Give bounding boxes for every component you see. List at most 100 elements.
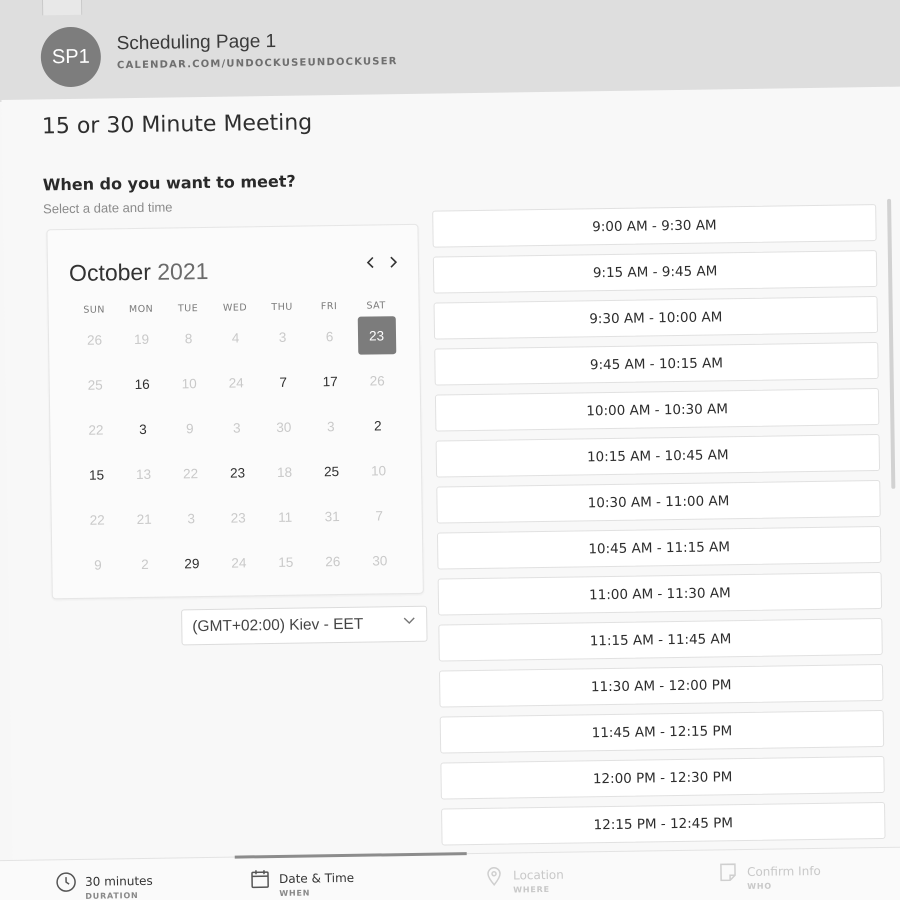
step-text: 30 minutes DURATION (85, 870, 153, 900)
time-slot-button[interactable]: 12:00 PM - 12:30 PM (440, 755, 885, 800)
step-confirm-info[interactable]: Confirm Info WHO (717, 860, 821, 892)
section-heading: When do you want to meet? (42, 171, 296, 195)
calendar-day: 25 (87, 377, 103, 393)
timezone-value: (GMT+02:00) Kiev - EET (192, 615, 364, 636)
time-slot-button[interactable]: 11:15 AM - 11:45 AM (438, 617, 883, 662)
calendar-week-row: 22 3 9 3 30 3 2 (72, 405, 403, 450)
time-slot-button[interactable]: 9:15 AM - 9:45 AM (432, 250, 878, 294)
calendar-week-row: 26 19 8 4 3 6 23 (71, 315, 402, 360)
step-location[interactable]: Location WHERE (483, 864, 564, 895)
step-sublabel: DURATION (85, 891, 139, 900)
step-text: Confirm Info WHO (747, 860, 821, 891)
step-text: Location WHERE (513, 864, 564, 895)
step-label: Date & Time (278, 870, 355, 886)
calendar-day: 9 (185, 420, 194, 436)
step-label: 30 minutes (84, 873, 153, 889)
calendar-day: 24 (228, 374, 244, 391)
calendar-day: 2 (141, 556, 149, 572)
timezone-select[interactable]: (GMT+02:00) Kiev - EET (181, 605, 428, 646)
calendar-day: 22 (88, 422, 104, 438)
calendar-day: 7 (375, 507, 384, 523)
section-hint: Select a date and time (42, 199, 173, 217)
step-sublabel: WHERE (513, 884, 550, 895)
calendar-day: 15 (278, 554, 294, 570)
meeting-title: 15 or 30 Minute Meeting (41, 110, 313, 140)
step-30-minutes[interactable]: 30 minutes DURATION (55, 870, 153, 900)
calendar-icon (249, 868, 271, 890)
time-slot-button[interactable]: 9:45 AM - 10:15 AM (434, 342, 879, 386)
calendar-day-selected[interactable]: 23 (353, 315, 401, 356)
calendar-day: 8 (184, 330, 193, 346)
weekday-label: MON (128, 303, 154, 316)
time-slot-button[interactable]: 9:30 AM - 10:00 AM (433, 296, 879, 340)
time-slot-button[interactable]: 11:45 AM - 12:15 PM (439, 709, 885, 754)
time-slot-button[interactable]: 10:15 AM - 10:45 AM (435, 434, 881, 478)
time-slot-button[interactable]: 10:30 AM - 11:00 AM (436, 479, 881, 524)
weekday-label: SAT (366, 300, 386, 312)
calendar-week-row: 15 13 22 23 18 25 10 (73, 450, 404, 495)
time-slot-button[interactable]: 9:00 AM - 9:30 AM (432, 204, 877, 248)
calendar-day: 4 (231, 329, 240, 346)
time-slot-button[interactable]: 10:00 AM - 10:30 AM (434, 388, 880, 432)
step-date-time[interactable]: Date & Time WHEN (249, 867, 354, 899)
note-icon (717, 861, 739, 883)
step-label: Confirm Info (746, 863, 821, 880)
calendar-day[interactable]: 16 (118, 364, 166, 405)
calendar-month: October (68, 258, 152, 287)
calendar-week-row: 25 16 10 24 7 17 26 (71, 360, 402, 405)
calendar-day: 23 (230, 509, 246, 526)
calendar-day: 3 (187, 510, 196, 526)
weekday-label: TUE (177, 303, 199, 315)
chevron-down-icon (402, 613, 416, 631)
time-slot-button[interactable]: 10:45 AM - 11:15 AM (436, 525, 882, 570)
calendar-day[interactable]: 15 (73, 454, 121, 495)
calendar-day: 6 (325, 328, 334, 344)
calendar-day: 3 (326, 418, 335, 434)
calendar-day: 11 (278, 509, 293, 525)
calendar-day: 3 (232, 419, 241, 436)
calendar-day: 31 (324, 508, 340, 524)
calendar-day[interactable]: 25 (308, 451, 356, 492)
calendar-day: 10 (181, 375, 197, 391)
time-slot-list: 9:00 AM - 9:30 AM 9:15 AM - 9:45 AM 9:30 A… (432, 204, 890, 855)
calendar-day: 13 (135, 466, 152, 482)
calendar-day: 9 (94, 557, 102, 573)
calendar-day: 18 (276, 464, 293, 480)
step-sublabel: WHEN (279, 888, 311, 898)
weekday-label: THU (271, 301, 293, 314)
time-slot-button[interactable]: 12:15 PM - 12:45 PM (441, 801, 886, 846)
step-text: Date & Time WHEN (279, 867, 354, 898)
weekday-label: WED (222, 302, 248, 314)
calendar-day[interactable]: 7 (259, 361, 307, 402)
chevron-left-icon[interactable] (364, 251, 378, 275)
calendar-day[interactable]: 3 (119, 409, 167, 450)
calendar-week-row: 9 2 29 24 15 26 30 (74, 540, 405, 585)
step-label: Location (512, 867, 564, 883)
calendar-day: 26 (369, 372, 385, 389)
time-slot-button[interactable]: 11:30 AM - 12:00 PM (438, 663, 884, 708)
app-window: SP1 Scheduling Page 1 CALENDAR.COM/UNDOC… (0, 0, 900, 900)
calendar-week-row: 22 21 3 23 11 31 7 (73, 495, 404, 540)
calendar-day: 22 (89, 512, 105, 528)
scheduling-page: SP1 Scheduling Page 1 CALENDAR.COM/UNDOC… (0, 0, 900, 900)
calendar-day: 30 (372, 552, 388, 569)
weekday-label: SUN (83, 304, 105, 316)
calendar-year: 2021 (157, 257, 209, 285)
calendar-day[interactable]: 23 (214, 452, 262, 493)
location-pin-icon (483, 865, 505, 887)
calendar-day: 10 (370, 462, 387, 479)
calendar-day: 30 (276, 419, 292, 435)
calendar-day: 19 (133, 331, 150, 347)
time-slot-button[interactable]: 11:00 AM - 11:30 AM (437, 571, 883, 616)
step-sublabel: WHO (747, 881, 773, 892)
chevron-right-icon[interactable] (386, 251, 400, 275)
weekday-header: SUN MON TUE WED THU FRI SAT (71, 300, 401, 316)
calendar-day: 24 (231, 554, 247, 571)
calendar-day[interactable]: 2 (354, 405, 402, 446)
calendar-day: 26 (86, 332, 103, 348)
calendar-day[interactable]: 29 (168, 543, 216, 584)
header-tab (41, 0, 83, 16)
calendar-month-label: October 2021 (69, 258, 209, 287)
calendar-day[interactable]: 17 (306, 361, 354, 402)
clock-icon (55, 871, 77, 893)
